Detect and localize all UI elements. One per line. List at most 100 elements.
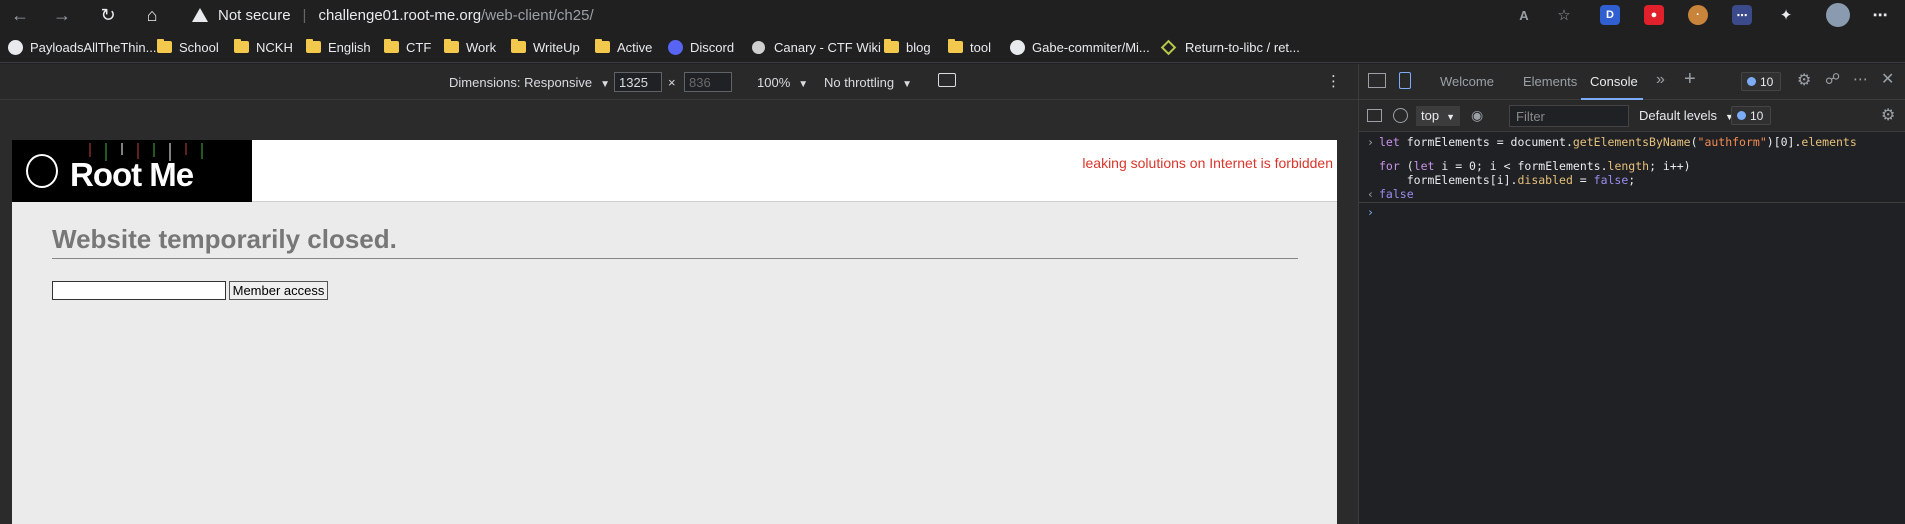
logo-text: Root Me <box>70 156 194 193</box>
extension-lock-icon[interactable]: ● <box>1644 5 1664 25</box>
back-icon[interactable]: ← <box>8 3 32 27</box>
device-toolbar: Dimensions: Responsive ▼ 1325 × 836 100% ▼… <box>0 64 1358 100</box>
member-access-button[interactable]: Member access <box>229 281 328 300</box>
extension-dots-icon[interactable]: ⋯ <box>1732 5 1752 25</box>
devtools-more-icon[interactable]: ⋯ <box>1853 70 1868 88</box>
folder-icon <box>234 39 249 53</box>
console-output[interactable]: › let formElements = document.getElement… <box>1359 132 1905 524</box>
folder-icon <box>306 39 321 53</box>
discord-icon <box>668 39 683 55</box>
bookmark-discord[interactable]: Discord <box>668 38 734 56</box>
console-code-line-2: for (let i = 0; i < formElements.length;… <box>1379 159 1691 173</box>
canary-icon <box>752 40 765 54</box>
github-icon <box>1010 39 1025 55</box>
console-filter-input[interactable]: Filter <box>1509 105 1629 127</box>
console-divider <box>1359 202 1905 203</box>
console-code-line-1: let formElements = document.getElementsB… <box>1379 135 1857 149</box>
bookmark-return-to-libc[interactable]: Return-to-libc / ret... <box>1160 38 1300 56</box>
bookmark-nckh[interactable]: NCKH <box>234 38 293 56</box>
bookmark-school[interactable]: School <box>157 38 219 56</box>
bookmark-work[interactable]: Work <box>444 38 496 56</box>
bookmark-tool[interactable]: tool <box>948 38 991 56</box>
live-expression-eye-icon[interactable]: ◉ <box>1471 107 1483 124</box>
forward-icon[interactable]: → <box>50 3 74 27</box>
github-icon <box>8 39 23 55</box>
bookmark-canary-ctf-wiki[interactable]: Canary - CTF Wiki <box>752 38 881 56</box>
chevron-down-icon: ▼ <box>798 79 809 90</box>
bookmark-ctf[interactable]: CTF <box>384 38 431 56</box>
page-header: Root Me leaking solutions on Internet is… <box>12 140 1337 202</box>
url-host: challenge01.root-me.org <box>318 6 482 24</box>
devtools-panel: Welcome Elements Console » + 10 ⚙ ☍ ⋯ ✕ … <box>1358 64 1905 524</box>
issues-badge[interactable]: 10 <box>1741 72 1781 91</box>
settings-gear-icon[interactable]: ⚙ <box>1797 70 1811 90</box>
browser-menu-icon[interactable]: ⋯ <box>1870 5 1890 25</box>
inspect-icon[interactable] <box>1368 73 1386 88</box>
console-settings-icon[interactable]: ⚙ <box>1881 105 1895 125</box>
url-bar[interactable]: Not secure | challenge01.root-me.org /we… <box>178 2 1586 28</box>
tab-console[interactable]: Console <box>1590 74 1638 89</box>
input-prompt-icon: › <box>1367 135 1374 149</box>
extension-d-icon[interactable]: D <box>1600 5 1620 25</box>
zoom-dropdown[interactable]: 100% ▼ <box>757 75 808 90</box>
security-label: Not secure <box>218 6 291 24</box>
console-prompt-icon: › <box>1367 205 1374 219</box>
times-separator: × <box>668 75 676 90</box>
folder-icon <box>444 39 459 53</box>
add-tab-icon[interactable]: + <box>1684 68 1696 91</box>
clear-console-icon[interactable] <box>1393 108 1408 123</box>
bookmark-active[interactable]: Active <box>595 38 652 56</box>
devtools-tabbar: Welcome Elements Console » + 10 ⚙ ☍ ⋯ ✕ <box>1359 64 1905 100</box>
cookie-icon[interactable]: · <box>1688 5 1708 25</box>
browser-toolbar: ← → ↻ ⌂ Not secure | challenge01.root-me… <box>0 0 1905 30</box>
context-selector[interactable]: top ▼ <box>1416 106 1460 126</box>
console-result: false <box>1379 187 1414 201</box>
close-devtools-icon[interactable]: ✕ <box>1881 69 1894 89</box>
refresh-icon[interactable]: ↻ <box>96 3 120 27</box>
more-tabs-icon[interactable]: » <box>1656 71 1665 89</box>
sidebar-toggle-icon[interactable] <box>1367 109 1382 122</box>
bookmark-payloadsallthethings[interactable]: PayloadsAllTheThin... <box>8 38 156 56</box>
profile-avatar[interactable] <box>1826 3 1850 27</box>
width-input[interactable]: 1325 <box>614 72 662 92</box>
read-aloud-icon[interactable]: A <box>1514 5 1534 25</box>
warning-icon <box>192 8 208 22</box>
bookmarks-bar: PayloadsAllTheThin... School NCKH Englis… <box>0 30 1905 63</box>
tab-elements[interactable]: Elements <box>1523 74 1577 89</box>
url-path: /web-client/ch25/ <box>481 6 594 24</box>
skull-icon <box>26 154 58 188</box>
bookmark-blog[interactable]: blog <box>884 38 931 56</box>
rootme-logo[interactable]: Root Me <box>12 140 252 202</box>
console-code-line-3: formElements[i].disabled = false; <box>1379 173 1636 187</box>
rotate-icon[interactable] <box>938 73 956 87</box>
diamond-icon <box>1160 39 1177 55</box>
bookmark-english[interactable]: English <box>306 38 371 56</box>
bookmark-writeup[interactable]: WriteUp <box>511 38 580 56</box>
folder-icon <box>511 39 526 53</box>
chevron-down-icon: ▼ <box>902 79 912 90</box>
throttling-dropdown[interactable]: No throttling ▼ <box>824 75 912 90</box>
levels-issues-badge[interactable]: 10 <box>1731 106 1771 125</box>
rootme-page: Root Me leaking solutions on Internet is… <box>12 140 1337 524</box>
folder-icon <box>595 39 610 53</box>
url-separator: | <box>302 6 307 24</box>
bookmark-gabe-commiter[interactable]: Gabe-commiter/Mi... <box>1010 38 1150 56</box>
heading-rule <box>52 258 1298 259</box>
home-icon[interactable]: ⌂ <box>140 3 164 27</box>
result-arrow-icon: ‹ <box>1367 187 1374 201</box>
extensions-puzzle-icon[interactable]: ✦ <box>1776 5 1796 25</box>
device-toggle-icon[interactable] <box>1399 72 1411 89</box>
issue-dot-icon <box>1737 111 1746 120</box>
favorite-add-icon[interactable]: ☆ <box>1554 5 1574 25</box>
device-more-icon[interactable]: ⋮ <box>1326 72 1341 90</box>
tab-welcome[interactable]: Welcome <box>1440 74 1494 89</box>
customize-icon[interactable]: ☍ <box>1825 70 1840 88</box>
folder-icon <box>157 39 172 53</box>
log-levels-dropdown[interactable]: Default levels ▼ <box>1639 108 1734 123</box>
height-input[interactable]: 836 <box>684 72 732 92</box>
issue-dot-icon <box>1747 77 1756 86</box>
dimensions-dropdown[interactable]: Dimensions: Responsive ▼ <box>449 75 610 90</box>
chevron-down-icon: ▼ <box>1446 112 1455 122</box>
folder-icon <box>884 39 899 53</box>
member-input[interactable] <box>52 281 226 300</box>
